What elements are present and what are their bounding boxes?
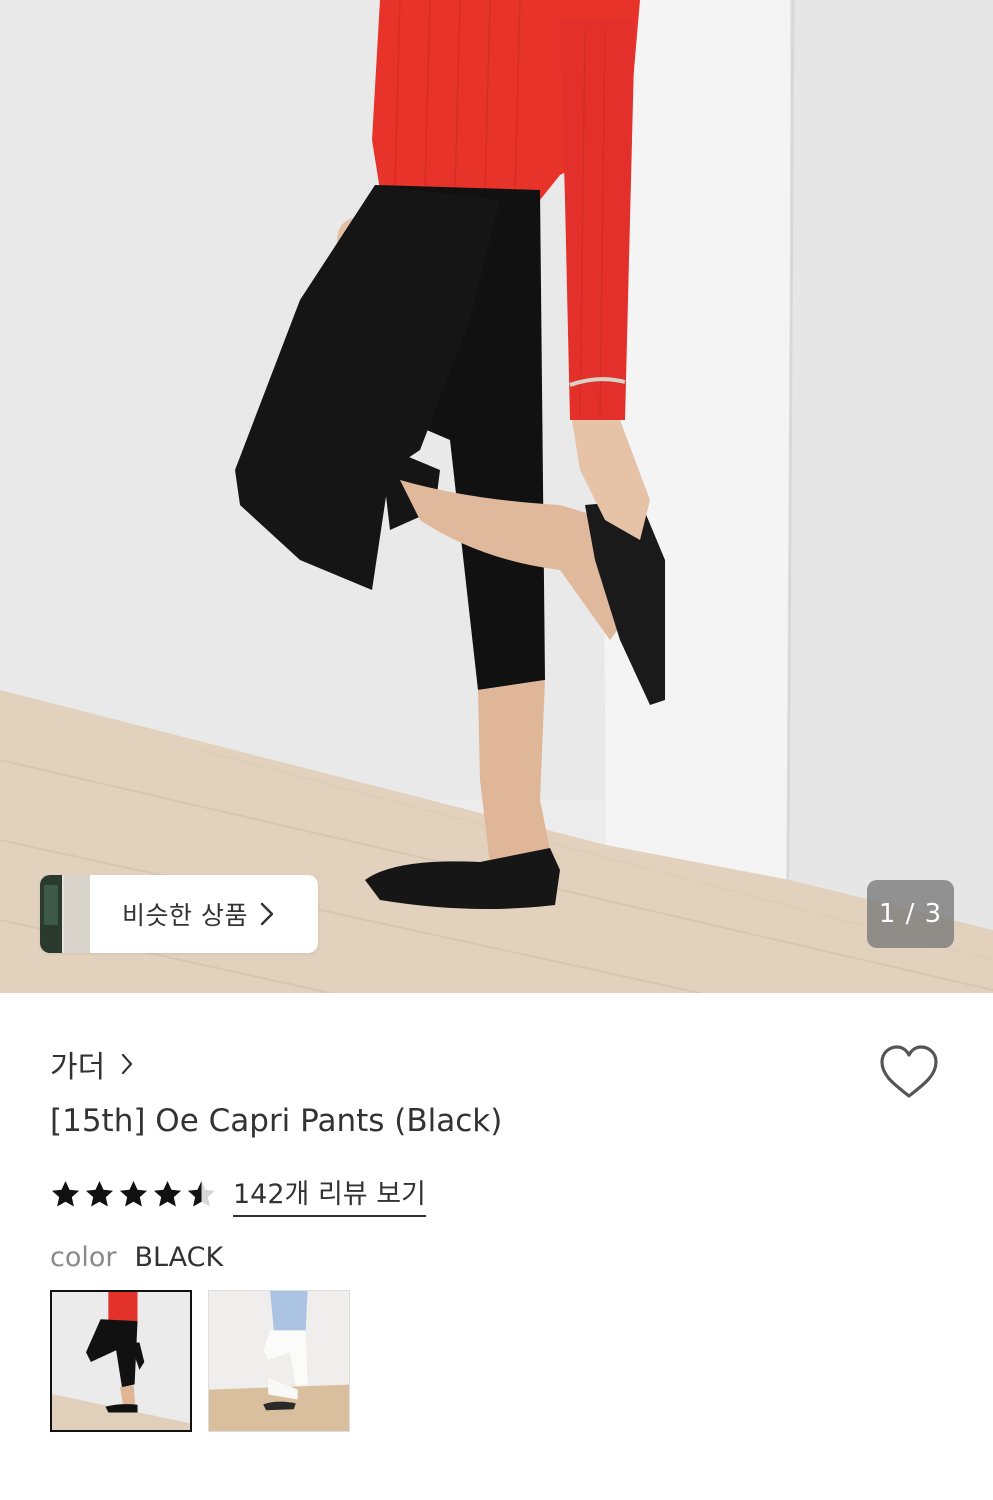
- heart-outline-icon[interactable]: [878, 1044, 940, 1100]
- chevron-right-icon: [122, 1053, 133, 1075]
- product-photo: [0, 0, 993, 993]
- similar-products-button[interactable]: 비슷한 상품: [40, 875, 318, 953]
- star-icon: [85, 1180, 114, 1207]
- chevron-right-icon: [260, 902, 274, 926]
- color-label: color: [50, 1242, 117, 1273]
- similar-products-label: 비슷한 상품: [122, 901, 248, 930]
- color-swatches: [50, 1290, 350, 1432]
- color-selector-header: color BLACK: [50, 1242, 223, 1273]
- color-swatch-black[interactable]: [50, 1290, 192, 1432]
- rating-stars: [50, 1179, 217, 1210]
- brand-name: 가더: [50, 1050, 106, 1085]
- star-icon: [153, 1180, 182, 1207]
- product-detail-page: 비슷한 상품 1 / 3 가더 [15th] Oe Capri Pants (B…: [0, 0, 993, 1500]
- star-icon: [51, 1180, 80, 1207]
- color-swatch-white[interactable]: [208, 1290, 350, 1432]
- color-value: BLACK: [134, 1242, 224, 1273]
- similar-products-thumbnail: [40, 875, 90, 953]
- product-title: [15th] Oe Capri Pants (Black): [50, 1103, 503, 1139]
- black-variant-thumbnail: [52, 1292, 190, 1430]
- rating-row: 142개 리뷰 보기: [50, 1172, 426, 1217]
- star-icon: [119, 1180, 148, 1207]
- brand-link[interactable]: 가더: [50, 1042, 133, 1086]
- image-page-counter: 1 / 3: [867, 880, 954, 948]
- reviews-link[interactable]: 142개 리뷰 보기: [233, 1172, 426, 1217]
- white-variant-thumbnail: [209, 1291, 349, 1431]
- product-image-carousel[interactable]: 비슷한 상품 1 / 3: [0, 0, 993, 993]
- half-star-icon: [187, 1180, 216, 1207]
